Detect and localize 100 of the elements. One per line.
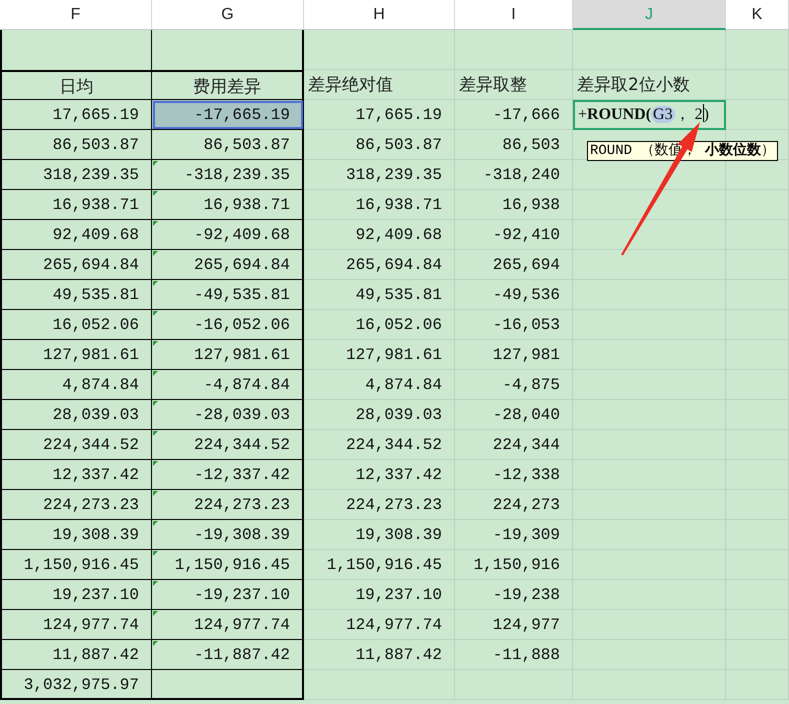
table-cell: -11,887.42 [152, 640, 304, 670]
table-cell: 19,308.39 [0, 520, 152, 550]
formula-input[interactable]: +ROUND(G3， 2) [573, 100, 726, 130]
table-cell: 11,887.42 [304, 640, 455, 670]
table-cell: 19,308.39 [304, 520, 455, 550]
table-cell: 16,052.06 [304, 310, 455, 340]
table-cell: -49,536 [455, 280, 573, 310]
table-cell: 265,694 [455, 250, 573, 280]
table-cell: 11,887.42 [0, 640, 152, 670]
table-cell: 224,273.23 [0, 490, 152, 520]
error-indicator-icon [153, 191, 158, 196]
table-cell: 124,977 [455, 610, 573, 640]
table-cell: -19,238 [455, 580, 573, 610]
table-cell: 1,150,916.45 [0, 550, 152, 580]
table-cell: 92,409.68 [0, 220, 152, 250]
error-indicator-icon [153, 581, 158, 586]
table-cell: 224,344.52 [304, 430, 455, 460]
column-header[interactable]: G [152, 0, 304, 30]
table-cell: 224,344.52 [152, 430, 304, 460]
table-cell: 86,503.87 [0, 130, 152, 160]
empty-cell [726, 70, 789, 100]
table-cell: 265,694.84 [152, 250, 304, 280]
column-header[interactable]: F [0, 0, 152, 30]
table-cell: 86,503 [455, 130, 573, 160]
error-indicator-icon [153, 611, 158, 616]
table-cell: -19,308.39 [152, 520, 304, 550]
table-cell: 1,150,916 [455, 550, 573, 580]
table-cell: -16,053 [455, 310, 573, 340]
table-cell: 16,052.06 [0, 310, 152, 340]
table-cell: 28,039.03 [0, 400, 152, 430]
table-cell: 224,344.52 [0, 430, 152, 460]
table-cell: 124,977.74 [304, 610, 455, 640]
table-cell: 265,694.84 [0, 250, 152, 280]
error-indicator-icon [153, 221, 158, 226]
column-label: 差异取2位小数 [573, 70, 726, 100]
empty-cell [726, 160, 789, 190]
error-indicator-icon [153, 311, 158, 316]
column-label: 差异取整 [455, 70, 573, 100]
table-cell: -16,052.06 [152, 310, 304, 340]
table-cell: 124,977.74 [152, 610, 304, 640]
table-cell: -4,874.84 [152, 370, 304, 400]
table-cell: -11,888 [455, 640, 573, 670]
table-cell: -28,039.03 [152, 400, 304, 430]
table-cell: 19,237.10 [304, 580, 455, 610]
table-cell: 16,938 [455, 190, 573, 220]
table-cell: 19,237.10 [0, 580, 152, 610]
table-cell: 1,150,916.45 [152, 550, 304, 580]
table-cell: 17,665.19 [304, 100, 455, 130]
table-cell: 49,535.81 [0, 280, 152, 310]
empty-cell [726, 30, 789, 70]
total-cell: 3,032,975.97 [0, 670, 152, 700]
table-cell: 224,273 [455, 490, 573, 520]
error-indicator-icon [153, 491, 158, 496]
error-indicator-icon [153, 641, 158, 646]
column-header[interactable]: H [304, 0, 455, 30]
error-indicator-icon [153, 401, 158, 406]
table-cell: -28,040 [455, 400, 573, 430]
table-cell: -12,337.42 [152, 460, 304, 490]
table-cell: 12,337.42 [304, 460, 455, 490]
error-indicator-icon [153, 551, 158, 556]
table-cell: 127,981.61 [0, 340, 152, 370]
table-cell: 28,039.03 [304, 400, 455, 430]
table-cell: -17,666 [455, 100, 573, 130]
table-cell: 265,694.84 [304, 250, 455, 280]
error-indicator-icon [153, 461, 158, 466]
table-cell: -12,338 [455, 460, 573, 490]
column-label: 日均 [0, 70, 152, 100]
table-cell: 86,503.87 [304, 130, 455, 160]
table-cell: 318,239.35 [304, 160, 455, 190]
table-cell: 4,874.84 [304, 370, 455, 400]
table-cell: 86,503.87 [152, 130, 304, 160]
table-cell: 16,938.71 [152, 190, 304, 220]
table-cell: 92,409.68 [304, 220, 455, 250]
table-cell: -49,535.81 [152, 280, 304, 310]
table-cell: 224,344 [455, 430, 573, 460]
column-label: 差异绝对值 [304, 70, 455, 100]
column-header[interactable]: K [726, 0, 789, 30]
table-cell: 224,273.23 [304, 490, 455, 520]
table-cell: 16,938.71 [0, 190, 152, 220]
error-indicator-icon [153, 341, 158, 346]
table-cell: -318,239.35 [152, 160, 304, 190]
empty-cell [726, 100, 789, 130]
error-indicator-icon [153, 521, 158, 526]
table-cell: 127,981.61 [304, 340, 455, 370]
table-cell: 4,874.84 [0, 370, 152, 400]
table-cell: -318,240 [455, 160, 573, 190]
table-cell: -19,309 [455, 520, 573, 550]
error-indicator-icon [153, 161, 158, 166]
error-indicator-icon [153, 281, 158, 286]
table-cell[interactable]: -17,665.19 [152, 100, 304, 130]
table-cell: -4,875 [455, 370, 573, 400]
column-header[interactable]: I [455, 0, 573, 30]
table-cell: 16,938.71 [304, 190, 455, 220]
table-cell: -92,409.68 [152, 220, 304, 250]
error-indicator-icon [153, 251, 158, 256]
table-cell: 127,981 [455, 340, 573, 370]
table-cell: 318,239.35 [0, 160, 152, 190]
table-cell: -19,237.10 [152, 580, 304, 610]
table-cell: 1,150,916.45 [304, 550, 455, 580]
table-cell: 127,981.61 [152, 340, 304, 370]
